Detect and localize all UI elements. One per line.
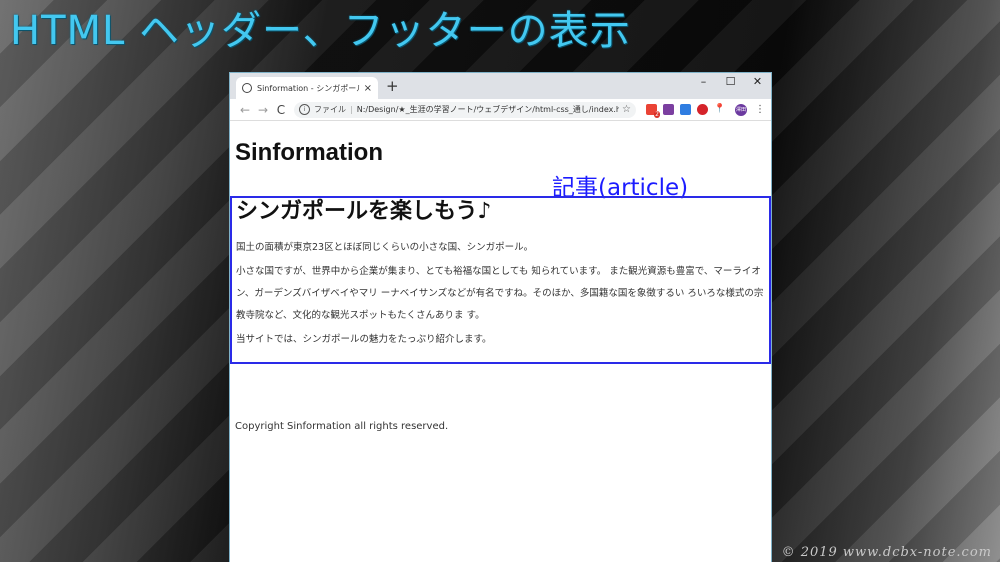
gmail-extension-icon[interactable]: 2 (646, 104, 660, 118)
address-url[interactable]: N:/Design/★_生涯の学習ノート/ウェブデザイン/html-css_通し… (357, 104, 619, 115)
info-icon[interactable]: i (299, 104, 310, 115)
slide-title: HTML ヘッダー、フッターの表示 (10, 8, 631, 54)
article-box: シンガポールを楽しもう♪ 国土の面積が東京23区とほぼ同じくらいの小さな国、シン… (230, 196, 771, 364)
browser-tab[interactable]: Sinformation - シンガポールの観光 × (236, 77, 378, 99)
article-heading: シンガポールを楽しもう♪ (236, 199, 492, 224)
menu-icon[interactable]: ⋮ (755, 104, 765, 115)
window-controls: – ☐ ✕ (690, 73, 771, 95)
browser-toolbar: ← → C i ファイル | N:/Design/★_生涯の学習ノート/ウェブデ… (230, 99, 771, 121)
back-button[interactable]: ← (236, 103, 254, 117)
reload-button[interactable]: C (272, 103, 290, 117)
address-scheme-label: ファイル (314, 105, 346, 114)
translate-extension-icon[interactable] (680, 104, 691, 115)
tab-close-icon[interactable]: × (364, 83, 372, 94)
forward-button[interactable]: → (254, 103, 272, 117)
globe-icon (242, 83, 252, 93)
minimize-button[interactable]: – (690, 73, 717, 95)
red-extension-icon[interactable] (697, 104, 708, 115)
gmail-badge: 2 (654, 111, 660, 118)
new-tab-button[interactable]: + (386, 76, 399, 96)
web-page: Sinformation 記事(article) シンガポールを楽しもう♪ 国土… (230, 121, 771, 432)
pin-extension-icon[interactable]: 📍 (714, 104, 725, 115)
site-title: Sinformation (235, 139, 383, 166)
article-paragraph-3: 当サイトでは、シンガポールの魅力をたっぷり紹介します。 (236, 334, 492, 345)
bookmark-star-icon[interactable]: ☆ (622, 104, 631, 115)
maximize-button[interactable]: ☐ (717, 73, 744, 95)
watermark: © 2019 www.dcbx-note.com (781, 545, 992, 560)
close-window-button[interactable]: ✕ (744, 73, 771, 95)
article-paragraph-1: 国土の面積が東京23区とほぼ同じくらいの小さな国、シンガポール。 (236, 242, 534, 253)
profile-avatar[interactable]: 澤田 (735, 103, 747, 116)
tab-title: Sinformation - シンガポールの観光 (257, 83, 360, 93)
address-separator: | (350, 105, 353, 114)
address-bar[interactable]: i ファイル | N:/Design/★_生涯の学習ノート/ウェブデザイン/ht… (294, 101, 636, 118)
page-footer: Copyright Sinformation all rights reserv… (235, 421, 449, 432)
article-paragraph-2: 小さな国ですが、世界中から企業が集まり、とても裕福な国としても 知られています。… (236, 266, 764, 321)
tab-bar: Sinformation - シンガポールの観光 × + – ☐ ✕ (230, 73, 771, 99)
onenote-extension-icon[interactable] (663, 104, 674, 115)
browser-window: Sinformation - シンガポールの観光 × + – ☐ ✕ ← → C… (229, 72, 772, 562)
